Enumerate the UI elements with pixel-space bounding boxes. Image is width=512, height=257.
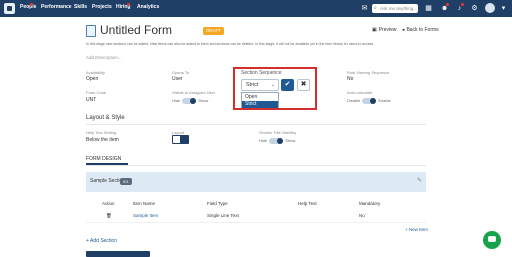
delete-icon[interactable]: 🗑: [106, 213, 112, 219]
opens-to-label: Opens To: [172, 70, 190, 75]
search-icon: ⌕: [374, 5, 377, 11]
column-header-field-type: Field Type: [207, 201, 228, 206]
app-logo-icon[interactable]: [4, 3, 15, 14]
form-code-label: Form Code: [86, 90, 107, 95]
toggle-disable-label: Disable: [347, 98, 361, 104]
search-input[interactable]: ⌕ Ask me anything...: [372, 4, 418, 13]
divider: [86, 124, 426, 125]
form-code-value[interactable]: UNT: [86, 97, 96, 103]
toggle-enable-label: Enable: [378, 98, 391, 104]
add-section-button[interactable]: + Add Section: [86, 238, 117, 244]
layout-section-title: Layout & Style: [86, 115, 125, 121]
nav-analytics[interactable]: Analytics: [137, 4, 159, 10]
section-sequence-editor: Section Sequence Strict ⌄ ✔ ✖ Open Stric…: [233, 67, 317, 110]
availability-value[interactable]: Open: [86, 76, 98, 82]
message-icon[interactable]: ✉: [360, 4, 369, 13]
footer-button[interactable]: [112, 251, 150, 257]
search-placeholder: Ask me anything...: [380, 6, 418, 11]
item-name-link[interactable]: Sample Item: [133, 213, 158, 218]
section-count-badge: 0/1: [120, 178, 132, 185]
toggle-show-label: Show: [285, 138, 296, 144]
form-description-note: In this stage new sections can be added.…: [86, 42, 375, 46]
column-header-item-name: Item Name: [133, 201, 156, 206]
notification-dot: [446, 3, 449, 6]
chevron-down-icon[interactable]: ▾: [499, 4, 508, 13]
visible-to-user-label: Visible to Assigned User: [172, 90, 216, 95]
form-icon: [86, 25, 96, 37]
option-strict[interactable]: Strict: [242, 101, 278, 108]
mandatory-value: No: [359, 213, 365, 218]
column-header-action: Action: [102, 201, 115, 206]
column-header-mandatory: Mandatory: [359, 201, 381, 206]
preview-link[interactable]: Preview: [379, 27, 397, 33]
toggle-switch[interactable]: [182, 98, 197, 104]
check-icon: ✔: [284, 81, 291, 88]
toggle-hide-label: Hide: [259, 138, 268, 144]
toggle-switch[interactable]: [269, 138, 284, 144]
page-title[interactable]: Untitled Form: [100, 23, 172, 37]
nav-projects[interactable]: Projects: [92, 4, 112, 10]
preview-icon[interactable]: ▣: [372, 27, 377, 33]
section-sequence-label: Section Sequence: [241, 70, 282, 76]
toggle-show-label: Show: [198, 98, 209, 104]
gear-icon[interactable]: ⚙: [470, 4, 479, 13]
autocalc-label: Auto-calculate: [347, 90, 373, 95]
section-sequence-select[interactable]: Strict ⌄: [241, 79, 279, 91]
status-badge: DRAFT: [203, 27, 224, 35]
header-actions: ▣ Preview ◂ Back to Forms: [368, 27, 439, 33]
toggle-hide-label: Hide: [172, 98, 181, 104]
notification-dot: [127, 3, 130, 6]
role-sequence-value[interactable]: No: [347, 76, 353, 82]
description-input[interactable]: Add Description...: [86, 55, 426, 60]
nav-performance[interactable]: Performance: [41, 4, 72, 10]
chat-icon[interactable]: [483, 231, 501, 249]
availability-label: Availability: [86, 70, 105, 75]
toggle-switch[interactable]: [362, 98, 377, 104]
opens-to-value[interactable]: User: [172, 76, 183, 82]
top-navbar: People Performance Skills Projects Hirin…: [0, 0, 512, 17]
divider: [86, 165, 426, 166]
notification-dot: [461, 3, 464, 6]
visible-toggle[interactable]: Hide Show: [172, 98, 208, 105]
section-title-visibility-label: Section Title Visibility: [259, 130, 297, 135]
autocalc-toggle[interactable]: Disable Enable: [347, 98, 391, 105]
notification-dot: [30, 3, 33, 6]
tab-form-design[interactable]: FORM DESIGN: [86, 156, 121, 162]
layout-icon[interactable]: [172, 135, 189, 144]
chevron-down-icon: ⌄: [270, 82, 275, 88]
role-sequence-label: Role Viewing Sequence: [347, 70, 390, 75]
option-open[interactable]: Open: [242, 94, 278, 101]
cancel-button[interactable]: ✖: [297, 79, 310, 91]
back-arrow-icon[interactable]: ◂: [402, 27, 405, 33]
section-sequence-dropdown: Open Strict: [241, 92, 279, 108]
select-value: Strict: [246, 82, 259, 88]
grid-icon[interactable]: ▦: [424, 4, 433, 13]
table-row-separator: [86, 222, 426, 223]
close-icon: ✖: [300, 81, 307, 88]
help-text-setting-label: Help Text Setting: [86, 130, 117, 135]
section-title-toggle[interactable]: Hide Show: [259, 138, 295, 145]
edit-icon[interactable]: ✎: [417, 177, 422, 184]
field-type-value: Single Line Text: [207, 213, 239, 218]
back-to-forms-link[interactable]: Back to Forms: [406, 27, 438, 33]
section-header[interactable]: Sample Section 0/1 ✎: [86, 172, 426, 192]
help-text-setting-value[interactable]: Below the item: [86, 137, 119, 143]
column-header-help-text: Help Text: [298, 201, 317, 206]
new-item-button[interactable]: + New Item: [405, 227, 428, 232]
nav-people[interactable]: People: [20, 4, 36, 10]
confirm-button[interactable]: ✔: [281, 79, 294, 91]
avatar[interactable]: [485, 3, 495, 13]
nav-skills[interactable]: Skills: [74, 4, 87, 10]
